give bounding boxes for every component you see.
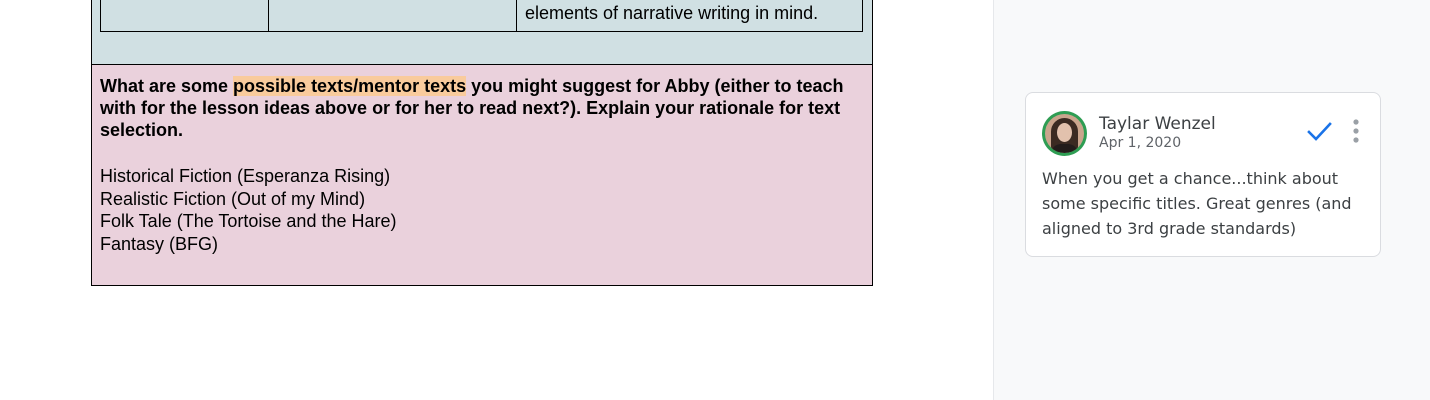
genre-item: Folk Tale (The Tortoise and the Hare) <box>100 211 397 231</box>
document-canvas: elements of narrative writing in mind. W… <box>0 0 993 400</box>
comment-author: Taylar Wenzel <box>1099 114 1216 134</box>
question-text: What are some <box>100 76 234 96</box>
check-icon[interactable] <box>1305 117 1333 145</box>
nested-table: elements of narrative writing in mind. <box>100 0 863 32</box>
more-vert-icon[interactable] <box>1348 118 1364 144</box>
genre-item: Fantasy (BFG) <box>100 233 219 254</box>
cell-text: elements of narrative writing in mind. <box>525 3 819 23</box>
comment-body: When you get a chance...think about some… <box>1042 169 1352 238</box>
mentor-texts-cell[interactable]: What are some possible texts/mentor text… <box>91 64 873 286</box>
table-row: elements of narrative writing in mind. <box>100 0 863 32</box>
table-cell[interactable] <box>100 0 269 32</box>
genre-list: Historical Fiction (Esperanza Rising) Re… <box>100 165 864 255</box>
commented-highlight[interactable]: possible texts/mentor texts <box>233 76 467 96</box>
genre-item: Historical Fiction (Esperanza Rising) <box>100 166 391 186</box>
genre-item: Realistic Fiction (Out of my Mind) <box>100 188 366 209</box>
comment-date: Apr 1, 2020 <box>1099 135 1182 151</box>
table-cell[interactable]: elements of narrative writing in mind. <box>516 0 863 32</box>
mentor-texts-question: What are some possible texts/mentor text… <box>100 75 864 141</box>
user-avatar-icon[interactable] <box>1042 111 1087 156</box>
comment-card[interactable]: Taylar Wenzel Apr 1, 2020 When you get a… <box>1025 92 1381 257</box>
table-cell[interactable] <box>268 0 517 32</box>
